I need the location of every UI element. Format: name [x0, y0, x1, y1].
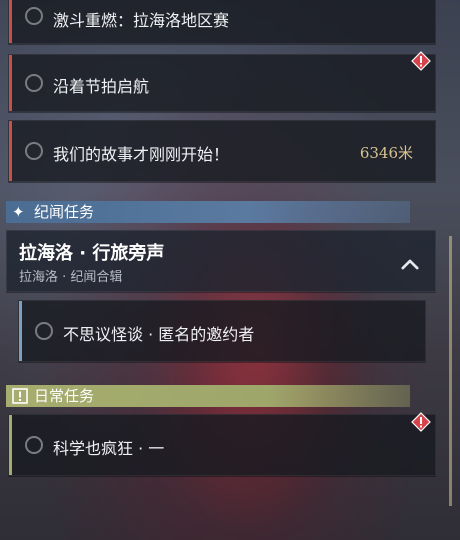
group-subtitle: 拉海洛 · 纪闻合辑 — [19, 270, 123, 285]
alert-diamond-icon — [411, 51, 431, 71]
quest-distance: 6346米 — [359, 144, 413, 162]
quest-item[interactable]: 激斗重燃：拉海洛地区赛 — [8, 0, 436, 44]
quest-item[interactable]: 我们的故事才刚刚开始！ 6346米 — [8, 120, 436, 182]
scrollbar[interactable] — [449, 236, 452, 506]
quest-title: 沿着节拍启航 — [53, 77, 150, 96]
quest-item[interactable]: 科学也疯狂 · 一 — [8, 412, 436, 476]
quest-accent-bar — [19, 301, 22, 361]
alert-diamond-icon — [411, 412, 431, 432]
group-title: 拉海洛 · 行旅旁声 — [19, 243, 165, 264]
quest-item[interactable]: 不思议怪谈 · 匿名的邀约者 — [18, 300, 426, 362]
quest-title: 我们的故事才刚刚开始！ — [53, 145, 230, 164]
quest-status-circle-icon — [25, 142, 43, 160]
quest-status-circle-icon — [25, 74, 43, 92]
section-title: 日常任务 — [34, 387, 95, 405]
quest-title: 不思议怪谈 · 匿名的邀约者 — [63, 325, 255, 344]
quest-accent-bar — [9, 0, 12, 43]
quest-title: 激斗重燃：拉海洛地区赛 — [53, 11, 230, 30]
quest-status-circle-icon — [35, 322, 53, 340]
quest-status-circle-icon — [25, 7, 43, 25]
section-header-chronicle: ✦ 纪闻任务 — [6, 201, 410, 223]
quest-title: 科学也疯狂 · 一 — [53, 439, 165, 458]
quest-accent-bar — [9, 415, 12, 475]
quest-group-header[interactable]: 拉海洛 · 行旅旁声 拉海洛 · 纪闻合辑 — [6, 230, 436, 292]
exclamation-box-icon — [12, 388, 28, 404]
chevron-up-icon[interactable] — [401, 259, 419, 270]
quest-accent-bar — [9, 55, 12, 111]
sparkle-icon: ✦ — [12, 203, 25, 221]
quest-accent-bar — [9, 121, 12, 181]
section-title: 纪闻任务 — [34, 203, 95, 221]
quest-item[interactable]: 沿着节拍启航 — [8, 51, 436, 112]
quest-status-circle-icon — [25, 436, 43, 454]
section-header-daily: 日常任务 — [6, 385, 410, 407]
